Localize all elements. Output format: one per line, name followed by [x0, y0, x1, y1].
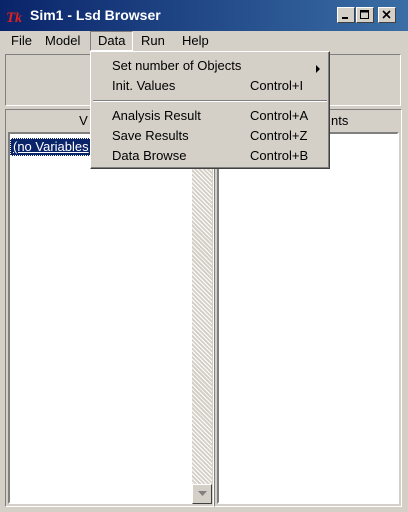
save-results-shortcut: Control+Z	[250, 128, 308, 143]
analysis-result-shortcut: Control+A	[250, 108, 309, 123]
maximize-icon	[360, 10, 369, 19]
close-icon	[382, 10, 391, 19]
svg-text:k: k	[15, 11, 22, 24]
data-browse-shortcut: Control+B	[250, 148, 309, 163]
menu-separator	[93, 100, 327, 102]
minimize-icon	[342, 17, 348, 19]
data-browse-label: Data Browse	[112, 148, 187, 163]
menu-data-browse[interactable]: Data Browse	[112, 146, 186, 166]
init-values-shortcut: Control+I	[250, 78, 304, 93]
elements-header-label: nts	[331, 113, 349, 128]
elements-listbox[interactable]	[217, 132, 399, 504]
close-button[interactable]	[378, 7, 396, 23]
menu-help-label: Help	[182, 33, 209, 48]
variable-list-item[interactable]: (no Variables	[10, 138, 96, 156]
menu-set-number-of-objects[interactable]: Set number of Objects	[112, 56, 241, 76]
menu-file[interactable]: File	[4, 31, 39, 51]
save-results-label: Save Results	[112, 128, 189, 143]
submenu-arrow-icon	[316, 61, 321, 76]
arrow-down-icon	[197, 491, 207, 496]
maximize-button[interactable]	[356, 7, 374, 23]
menu-model-label: Model	[45, 33, 81, 48]
menu-run[interactable]: Run	[134, 31, 172, 51]
window-title: Sim1 - Lsd Browser	[30, 7, 161, 23]
menu-init-values[interactable]: Init. Values	[112, 76, 175, 96]
init-values-label: Init. Values	[112, 78, 176, 93]
menu-help[interactable]: Help	[175, 31, 216, 51]
variables-header-label: V	[79, 113, 88, 128]
menu-data-label: Data	[98, 33, 126, 48]
analysis-result-label: Analysis Result	[112, 108, 201, 123]
menu-file-label: File	[11, 33, 32, 48]
menu-save-results[interactable]: Save Results	[112, 126, 189, 146]
tk-app-icon: T k	[6, 8, 26, 26]
menu-data[interactable]: Data	[90, 31, 133, 51]
set-number-of-objects-label: Set number of Objects	[112, 58, 242, 73]
scroll-down-button[interactable]	[192, 484, 212, 504]
minimize-button[interactable]	[337, 7, 355, 23]
menu-run-label: Run	[141, 33, 165, 48]
variables-scrollbar[interactable]	[192, 134, 212, 504]
menu-analysis-result[interactable]: Analysis Result	[112, 106, 201, 126]
variables-listbox[interactable]	[8, 132, 194, 504]
menu-model[interactable]: Model	[38, 31, 87, 51]
